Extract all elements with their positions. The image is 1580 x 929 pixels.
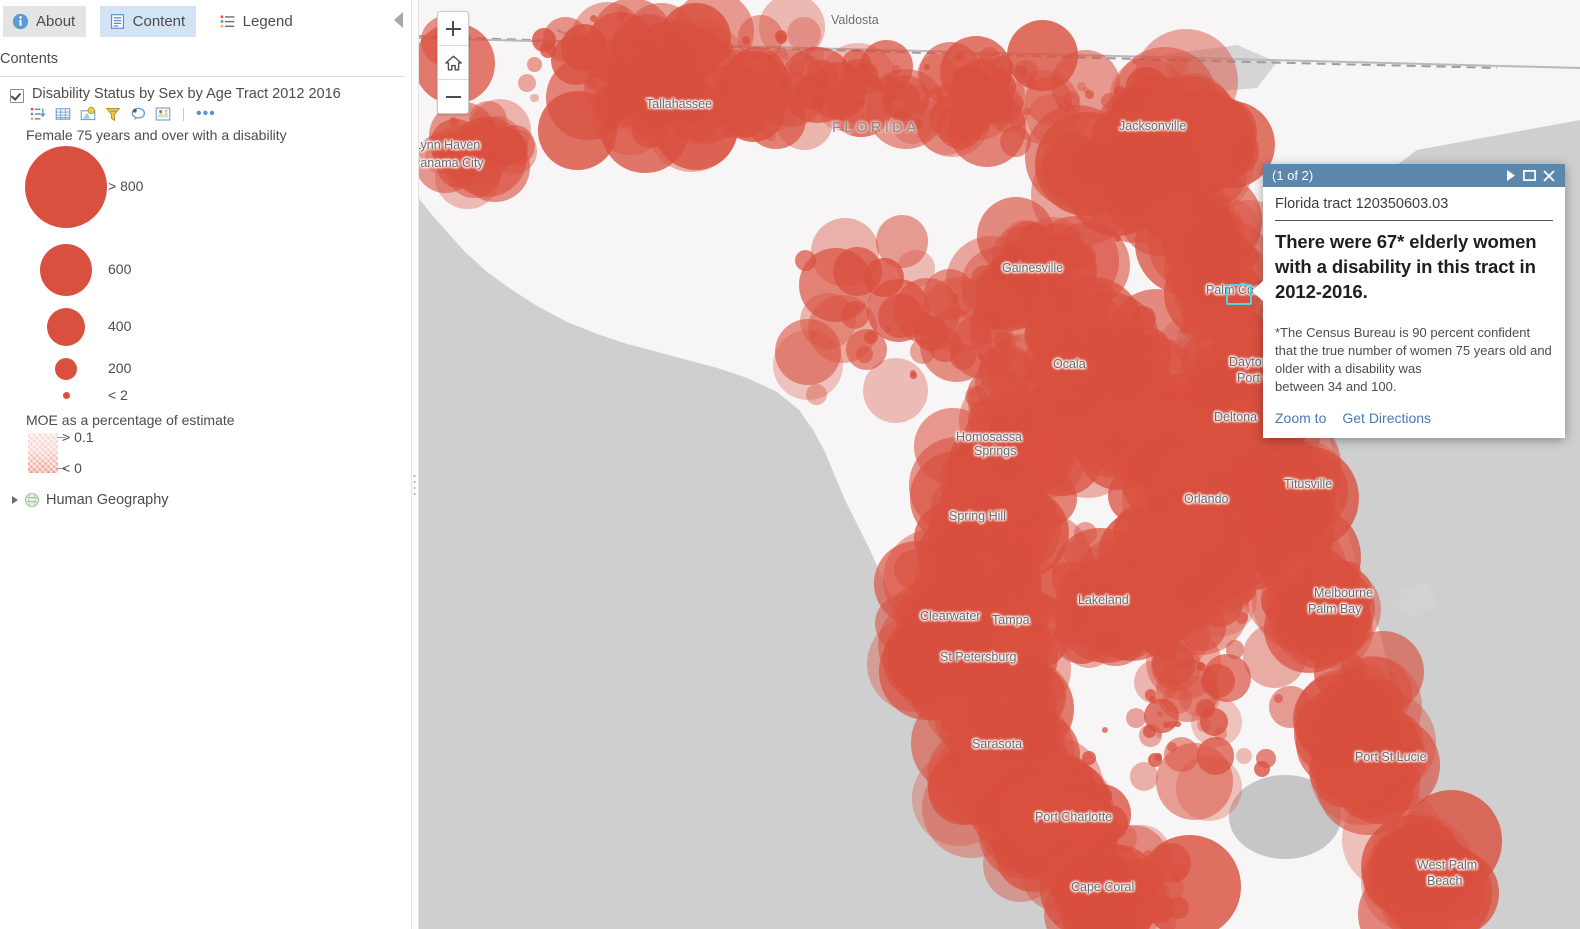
size-legend-label: 200 <box>108 360 132 376</box>
arcgis-map-viewer: Valdosta Lynn Haven Panama City Tallahassee… <box>0 0 1580 929</box>
layer-tools-toolbar: ••• <box>30 106 216 122</box>
get-directions-link[interactable]: Get Directions <box>1342 410 1431 426</box>
info-icon <box>12 13 29 30</box>
size-legend-swatch <box>40 244 92 296</box>
tab-about[interactable]: About <box>3 6 87 37</box>
show-legend-icon[interactable] <box>30 106 46 122</box>
splitter-grip <box>413 473 416 497</box>
symbology-title: Female 75 years and over with a disabili… <box>26 127 287 143</box>
contents-divider <box>0 76 404 77</box>
size-legend-row: > 800 <box>0 146 280 228</box>
moe-legend-title: MOE as a percentage of estimate <box>26 412 235 428</box>
plus-icon <box>445 21 461 36</box>
moe-gradient-swatch <box>28 433 58 473</box>
size-legend-swatch <box>62 392 70 399</box>
zoom-in-button[interactable] <box>438 12 468 45</box>
dock-popup-icon[interactable] <box>1520 166 1539 185</box>
size-legend-label: > 800 <box>108 178 144 194</box>
zoom-out-button[interactable] <box>438 79 468 113</box>
size-legend-label: 400 <box>108 318 132 334</box>
minus-icon <box>445 89 461 104</box>
basemap-layer-item[interactable]: Human Geography <box>12 492 169 508</box>
size-legend-label: 600 <box>108 261 132 277</box>
expand-triangle-icon[interactable] <box>12 496 18 504</box>
panel-tab-bar: About Content Legend <box>0 6 417 38</box>
configure-popup-icon[interactable] <box>130 106 146 122</box>
home-icon <box>444 55 462 70</box>
contents-heading: Contents <box>0 51 59 67</box>
size-legend-swatch <box>55 358 77 380</box>
size-legend-row: 200 <box>0 358 280 380</box>
size-legend-row: 600 <box>0 244 280 296</box>
perform-analysis-icon[interactable] <box>155 106 171 122</box>
globe-icon <box>24 492 40 508</box>
contents-panel: About Content Legend Contents Disability… <box>0 0 417 929</box>
map-navigation-controls[interactable] <box>437 11 469 114</box>
graduated-size-legend: > 800 600 400 200 < 2 <box>0 146 280 403</box>
popup-main-text: There were 67* elderly women with a disa… <box>1275 231 1537 302</box>
zoom-to-link[interactable]: Zoom to <box>1275 410 1326 426</box>
feature-popup: (1 of 2) Florida tract 120350603.03 Ther… <box>1252 164 1565 438</box>
popup-body: Florida tract 120350603.03 There were 67… <box>1263 187 1565 396</box>
size-legend-swatch <box>25 146 107 228</box>
popup-footnote: *The Census Bureau is 90 percent confide… <box>1275 325 1552 394</box>
layer-item: Disability Status by Sex by Age Tract 20… <box>10 86 410 103</box>
size-legend-row: < 2 <box>0 387 280 403</box>
moe-high-label: > 0.1 <box>62 429 94 445</box>
toolbar-separator <box>183 107 184 121</box>
change-symbols-icon[interactable] <box>80 106 96 122</box>
tab-legend[interactable]: Legend <box>210 6 304 37</box>
popup-divider <box>1275 220 1553 221</box>
basemap-label: Human Geography <box>46 492 169 508</box>
popup-subtitle: Florida tract 120350603.03 <box>1275 196 1449 212</box>
filter-icon[interactable] <box>105 106 121 122</box>
next-feature-arrow-icon[interactable] <box>1501 166 1520 185</box>
layer-title[interactable]: Disability Status by Sex by Age Tract 20… <box>32 86 341 102</box>
content-list-icon <box>110 14 124 29</box>
home-button[interactable] <box>438 45 468 79</box>
tab-legend-label: Legend <box>242 13 293 30</box>
tab-about-label: About <box>36 13 76 30</box>
size-legend-row: 400 <box>0 308 280 346</box>
size-legend-label: < 2 <box>108 386 128 403</box>
map-canvas[interactable]: Valdosta Lynn Haven Panama City Tallahassee… <box>417 0 1580 929</box>
size-legend-swatch <box>47 308 85 346</box>
layer-visibility-checkbox[interactable] <box>10 89 24 103</box>
popup-actions: Zoom to Get Directions <box>1263 396 1565 438</box>
tab-content[interactable]: Content <box>99 6 197 37</box>
moe-low-label: < 0 <box>62 460 82 476</box>
tab-content-label: Content <box>132 13 186 30</box>
basemap-geometry <box>417 0 1580 929</box>
table-icon[interactable] <box>55 106 71 122</box>
close-icon[interactable] <box>1539 166 1558 185</box>
popup-feature-count: (1 of 2) <box>1272 168 1314 183</box>
panel-splitter[interactable] <box>411 0 419 929</box>
collapse-panel-arrow-icon[interactable] <box>394 12 403 28</box>
popup-header: (1 of 2) <box>1263 164 1565 187</box>
legend-icon <box>220 15 234 28</box>
more-options-button[interactable]: ••• <box>196 106 216 122</box>
popup-pointer <box>1252 280 1264 302</box>
